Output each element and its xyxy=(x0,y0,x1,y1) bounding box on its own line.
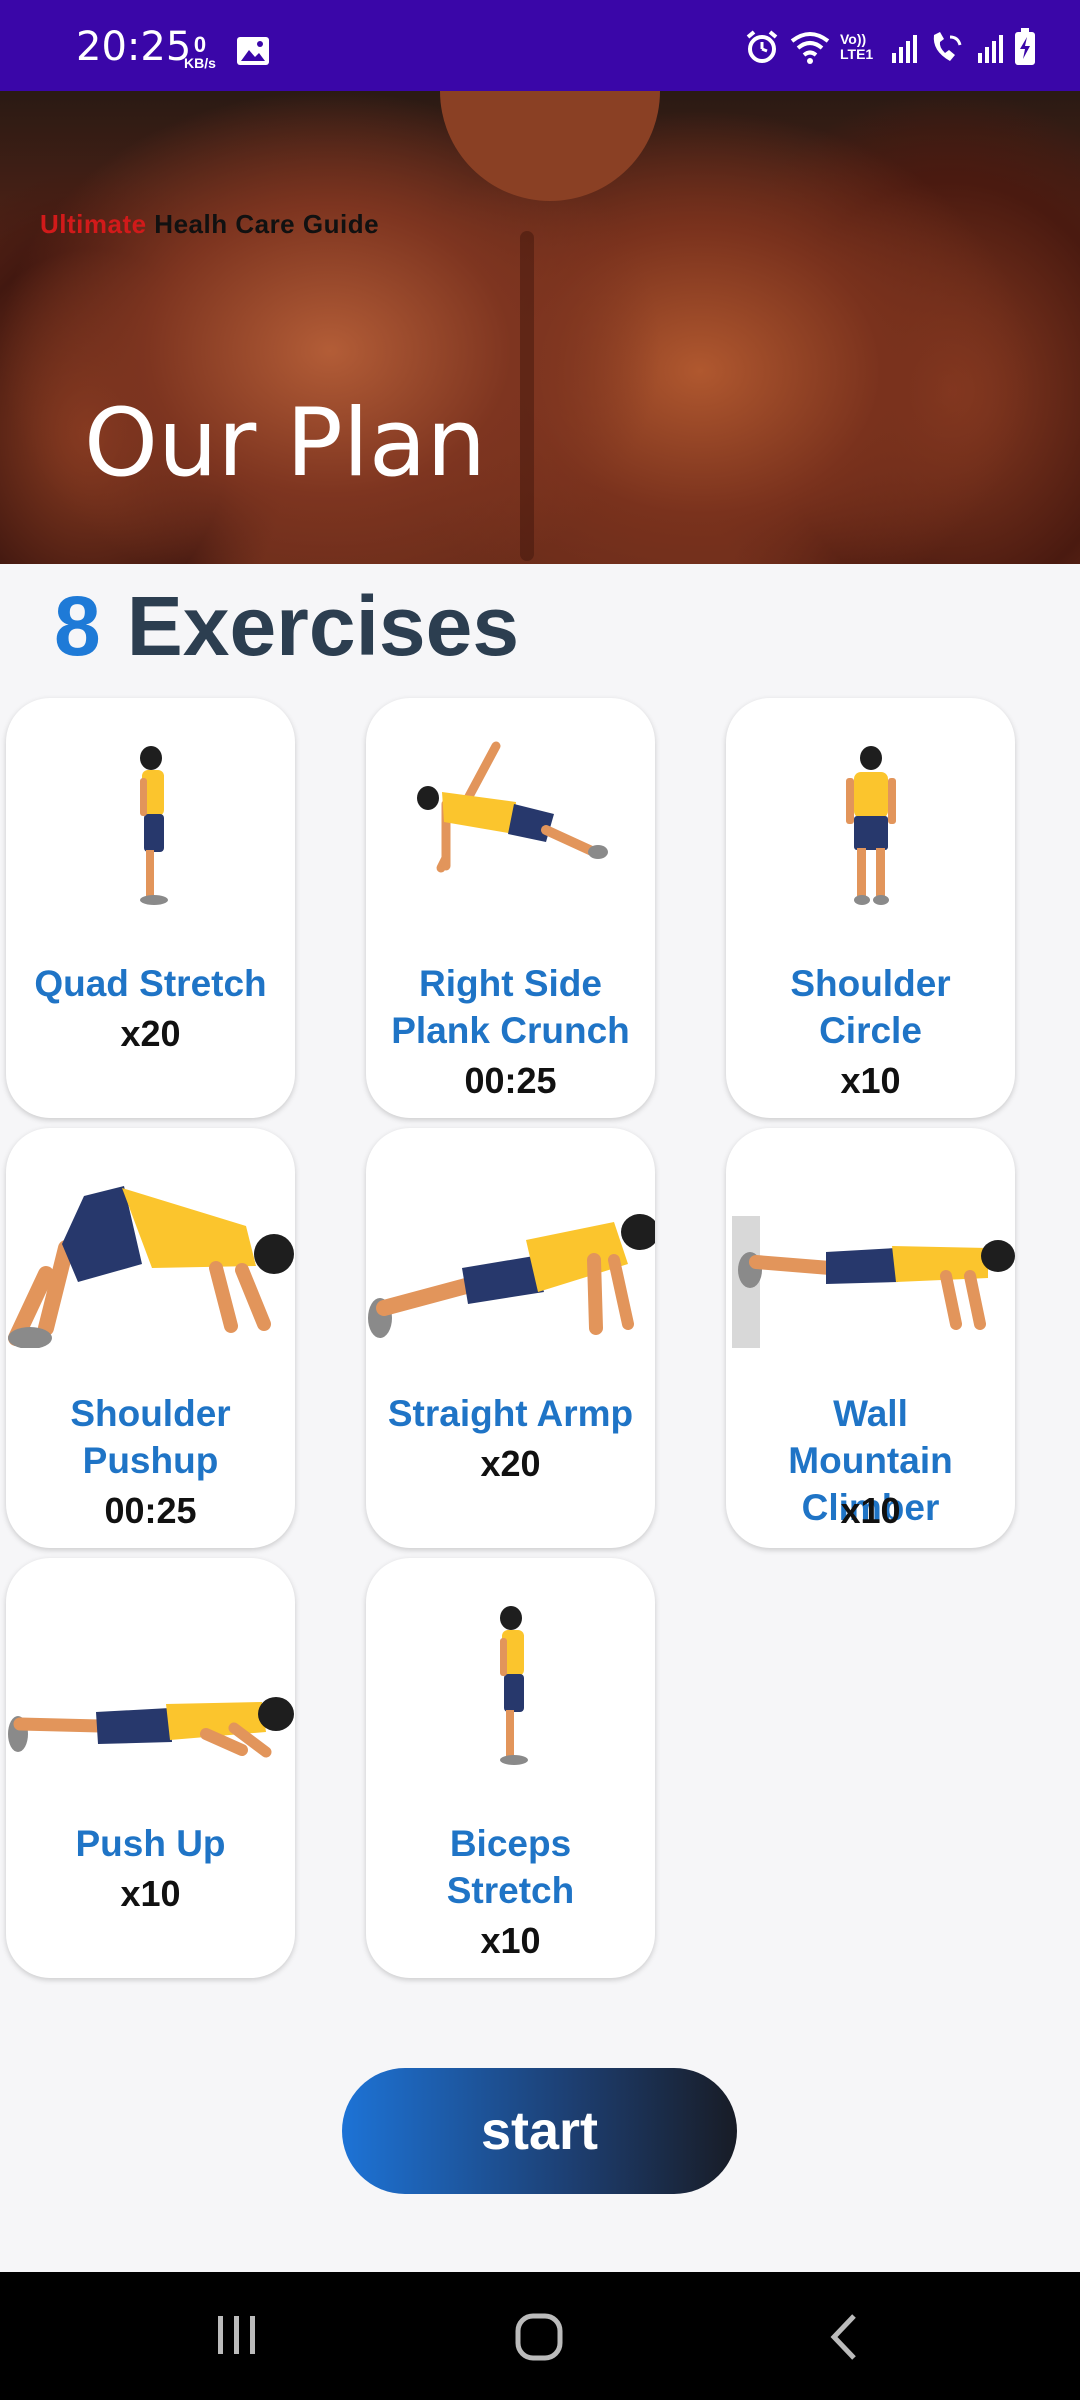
brand-logo-red: Ultimate xyxy=(40,209,147,239)
brand-logo-rest: Healh Care Guide xyxy=(146,209,380,239)
exercise-card[interactable]: Biceps Stretch x10 xyxy=(366,1558,655,1978)
exercise-illustration xyxy=(846,746,896,905)
exercise-name: Shoulder Pushup xyxy=(70,1393,231,1481)
exercise-card[interactable]: Right Side Plank Crunch 00:25 xyxy=(366,698,655,1118)
exercise-name: Biceps Stretch xyxy=(446,1823,575,1911)
network-speed-unit: KB/s xyxy=(184,55,216,71)
exercise-card[interactable]: Straight Armp x20 xyxy=(366,1128,655,1548)
status-icons: Vo)) LTE1 xyxy=(744,28,1036,66)
network-speed-value: 0 xyxy=(193,32,207,57)
alarm-icon xyxy=(746,30,778,63)
exercise-illustration xyxy=(732,1216,1015,1348)
network-speed: 0 KB/s xyxy=(184,34,216,71)
start-button[interactable]: start xyxy=(342,2068,737,2194)
exercise-count: 8 xyxy=(54,579,101,673)
exercise-card[interactable]: Shoulder Pushup 00:25 xyxy=(6,1128,295,1548)
back-icon[interactable] xyxy=(824,2312,864,2362)
exercise-reps: x20 xyxy=(120,1013,181,1054)
system-nav-bar xyxy=(0,2272,1080,2400)
hero-banner: Ultimate Healh Care Guide Our Plan xyxy=(0,91,1080,564)
exercise-count-heading: 8 Exercises xyxy=(54,578,519,675)
exercise-card[interactable]: Wall Mountain Climber x10 xyxy=(726,1128,1015,1548)
brand-logo: Ultimate Healh Care Guide xyxy=(40,209,379,240)
wifi-call-icon xyxy=(933,32,962,61)
exercise-reps: x10 xyxy=(840,1060,901,1101)
exercise-name: Push Up xyxy=(75,1823,226,1864)
exercise-illustration xyxy=(417,741,608,873)
signal-2-icon xyxy=(978,35,1003,63)
exercise-reps: x20 xyxy=(480,1443,541,1484)
page-title: Our Plan xyxy=(84,389,487,498)
exercise-illustration xyxy=(8,1697,294,1758)
exercise-reps: x10 xyxy=(120,1873,181,1914)
exercise-illustration xyxy=(8,1186,294,1348)
battery-charging-icon xyxy=(1015,28,1035,65)
recent-apps-icon[interactable] xyxy=(214,2312,260,2358)
exercise-reps: 00:25 xyxy=(104,1490,197,1531)
volte-label: Vo)) LTE1 xyxy=(840,31,874,62)
exercise-label: Exercises xyxy=(126,579,520,673)
status-bar: 20:25 0 KB/s Vo)) LTE1 xyxy=(0,0,1080,91)
status-time: 20:25 xyxy=(76,24,192,70)
exercise-illustration xyxy=(140,746,168,905)
exercise-card[interactable]: Quad Stretch x20 xyxy=(6,698,295,1118)
hero-image-shape xyxy=(440,91,660,201)
gallery-icon xyxy=(237,37,269,65)
exercise-card[interactable]: Push Up x10 xyxy=(6,1558,295,1978)
signal-1-icon xyxy=(892,35,917,63)
exercise-name: Quad Stretch xyxy=(34,963,267,1004)
wifi-icon xyxy=(790,32,830,64)
exercise-name: Straight Armp xyxy=(387,1393,634,1434)
exercise-name: Shoulder Circle xyxy=(790,963,951,1051)
exercise-illustration xyxy=(500,1606,528,1765)
home-icon[interactable] xyxy=(514,2312,564,2362)
exercise-reps: x10 xyxy=(480,1920,541,1961)
exercise-reps: x10 xyxy=(840,1490,901,1531)
exercise-illustration xyxy=(368,1214,655,1338)
exercise-card[interactable]: Shoulder Circle x10 xyxy=(726,698,1015,1118)
exercise-reps: 00:25 xyxy=(464,1060,557,1101)
exercise-name: Right Side Plank Crunch xyxy=(391,963,630,1051)
